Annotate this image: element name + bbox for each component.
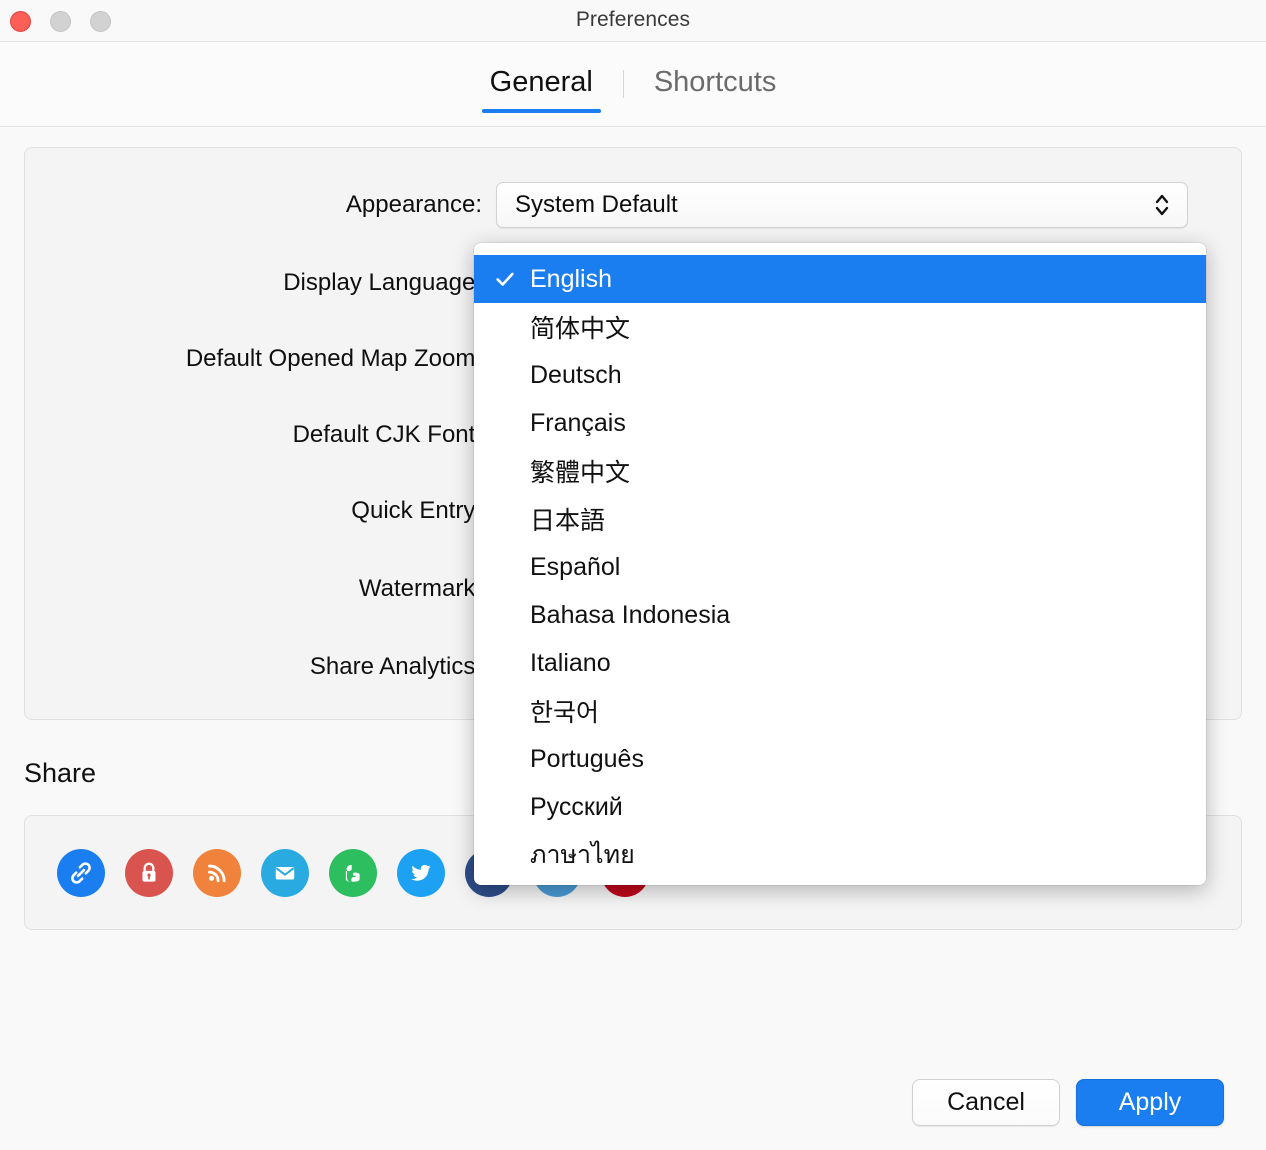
- menu-item-label: Русский: [530, 792, 623, 821]
- menu-item-label: ภาษาไทย: [530, 841, 635, 869]
- tab-general[interactable]: General: [460, 52, 623, 117]
- menu-item-thai[interactable]: ภาษาไทย: [474, 831, 1206, 879]
- label-share-analytics: Share Analytics:: [309, 653, 482, 680]
- label-quick-entry: Quick Entry:: [351, 497, 482, 524]
- apply-button[interactable]: Apply: [1076, 1079, 1224, 1126]
- menu-item-japanese[interactable]: 日本語: [474, 495, 1206, 543]
- menu-item-francais[interactable]: Français: [474, 399, 1206, 447]
- menu-item-label: Deutsch: [530, 360, 622, 389]
- menu-item-label: Português: [530, 744, 644, 773]
- menu-item-label: 繁體中文: [530, 459, 631, 487]
- title-bar: Preferences: [0, 0, 1266, 42]
- label-display-language: Display Language:: [283, 269, 482, 296]
- appearance-popup-button[interactable]: System Default: [496, 182, 1188, 228]
- menu-item-label: 한국어: [530, 699, 600, 727]
- menu-item-bahasa-indonesia[interactable]: Bahasa Indonesia: [474, 591, 1206, 639]
- lock-icon[interactable]: [125, 848, 173, 897]
- window-title: Preferences: [575, 8, 691, 31]
- preferences-window: Preferences General Shortcuts Appearance…: [0, 0, 1266, 1150]
- menu-item-label: Français: [530, 408, 626, 437]
- row-appearance: Appearance: System Default: [24, 182, 1242, 228]
- cancel-button[interactable]: Cancel: [912, 1079, 1060, 1126]
- chevron-updown-icon: [1153, 190, 1171, 220]
- share-section-heading: Share: [24, 758, 97, 788]
- footer-buttons: Cancel Apply: [912, 1079, 1224, 1126]
- menu-item-label: Italiano: [530, 648, 611, 677]
- twitter-icon[interactable]: [397, 848, 445, 897]
- menu-item-simplified-chinese[interactable]: 简体中文: [474, 303, 1206, 351]
- label-appearance: Appearance:: [345, 191, 482, 218]
- menu-item-label: 简体中文: [530, 315, 631, 343]
- label-default-map-zoom: Default Opened Map Zoom:: [185, 345, 482, 372]
- menu-item-russian[interactable]: Русский: [474, 783, 1206, 831]
- tab-shortcuts[interactable]: Shortcuts: [624, 52, 807, 117]
- label-default-cjk-font: Default CJK Font:: [292, 421, 482, 448]
- menu-item-korean[interactable]: 한국어: [474, 687, 1206, 735]
- menu-item-label: English: [530, 264, 612, 293]
- copy-link-icon[interactable]: [57, 848, 105, 897]
- menu-item-deutsch[interactable]: Deutsch: [474, 351, 1206, 399]
- menu-item-label: Bahasa Indonesia: [530, 600, 731, 629]
- menu-item-traditional-chinese[interactable]: 繁體中文: [474, 447, 1206, 495]
- email-icon[interactable]: [261, 848, 309, 897]
- menu-item-english[interactable]: English: [474, 255, 1206, 303]
- tab-bar: General Shortcuts: [0, 42, 1266, 127]
- menu-top-padding: [474, 243, 1206, 255]
- label-watermark: Watermark:: [358, 575, 482, 602]
- menu-item-label: Español: [530, 552, 621, 581]
- menu-item-espanol[interactable]: Español: [474, 543, 1206, 591]
- appearance-popup-value: System Default: [515, 191, 678, 218]
- menu-item-portugues[interactable]: Português: [474, 735, 1206, 783]
- menu-item-italiano[interactable]: Italiano: [474, 639, 1206, 687]
- rss-icon[interactable]: [193, 848, 241, 897]
- display-language-dropdown-menu[interactable]: English 简体中文 Deutsch Français 繁體中文 日本語 E…: [474, 243, 1206, 885]
- checkmark-icon: [494, 268, 516, 290]
- evernote-icon[interactable]: [329, 848, 377, 897]
- menu-item-label: 日本語: [530, 507, 606, 535]
